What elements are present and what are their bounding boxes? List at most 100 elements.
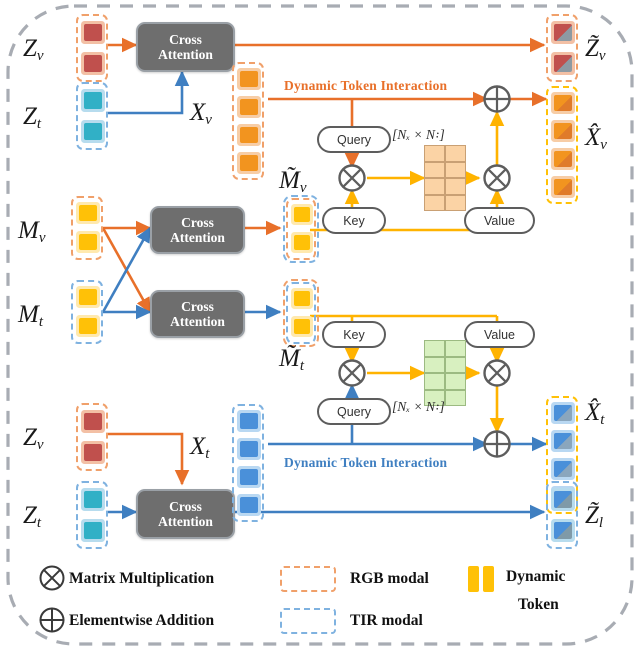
symbol: M̃ [279, 345, 300, 372]
subscript: v [38, 230, 46, 246]
token [237, 494, 261, 516]
label-xt: Xt [190, 434, 209, 462]
token [81, 89, 105, 112]
token [81, 120, 105, 143]
subscript: v [600, 137, 607, 153]
token [81, 519, 105, 542]
matrix-cell [445, 340, 466, 357]
matrix-cell [424, 356, 445, 373]
matrix-cell [445, 389, 466, 406]
legend-dynamic-token-swatch-b [483, 566, 494, 592]
token [551, 430, 575, 452]
query-pill-bottom[interactable]: Query [317, 398, 391, 425]
cross-attention-line1: Cross [181, 214, 214, 230]
token [551, 519, 575, 542]
token [551, 176, 575, 198]
token-group-zl-tilde [546, 481, 578, 549]
symbol: Z [23, 35, 37, 62]
label-zv-bottom: Zv [23, 425, 44, 453]
token [551, 120, 575, 142]
token [237, 124, 261, 146]
label-xv: Xv [190, 100, 212, 128]
symbol: Z [23, 424, 37, 451]
token-group-zv-tilde [546, 14, 578, 82]
legend-rgb-modal-swatch [280, 566, 336, 592]
symbol: X̂ [585, 399, 601, 426]
subscript: v [205, 112, 212, 128]
legend-tir-modal-label: TIR modal [350, 612, 423, 629]
value-label: Value [483, 327, 516, 342]
query-pill-top[interactable]: Query [317, 126, 391, 153]
matrix-cell [424, 340, 445, 357]
value-pill-bottom[interactable]: Value [464, 321, 535, 348]
key-label: Key [343, 213, 365, 228]
token [291, 232, 313, 253]
legend-tir-modal-swatch [280, 608, 336, 634]
token [237, 466, 261, 488]
matrix-cell [445, 356, 466, 373]
matrix-cell [445, 145, 466, 162]
token [81, 441, 105, 464]
cross-attention-line1: Cross [169, 31, 202, 47]
matrix-cell [445, 161, 466, 178]
value-label: Value [483, 213, 516, 228]
token [237, 68, 261, 90]
token [551, 458, 575, 480]
token [291, 288, 313, 309]
token [551, 148, 575, 170]
token [81, 52, 105, 75]
subscript: l [598, 515, 604, 531]
subscript: t [38, 314, 43, 330]
label-zv-tilde: Z̃v [585, 36, 606, 64]
symbol: X [190, 99, 206, 126]
matrix-cell [424, 145, 445, 162]
token-group-zv-top [76, 14, 108, 82]
key-pill-bottom[interactable]: Key [322, 321, 386, 348]
matrix-shape-label-top: [Nₓ × N꞉] [392, 127, 445, 142]
token [291, 316, 313, 337]
symbol: X [190, 433, 206, 460]
cross-attention-line2: Attention [170, 230, 225, 245]
label-xv-hat: X̂v [585, 125, 607, 153]
subscript: t [36, 116, 42, 132]
cross-attention-line2: Attention [158, 514, 213, 529]
token [551, 52, 575, 75]
cross-attention-block-3[interactable]: Cross Attention [150, 290, 245, 338]
symbol: Z [23, 502, 37, 529]
query-label: Query [336, 404, 372, 419]
matrix-shape-label-bottom: [Nₓ × N꞉] [392, 399, 445, 414]
legend-rgb-modal-label: RGB modal [350, 570, 429, 587]
cross-attention-block-1[interactable]: Cross Attention [136, 22, 235, 72]
token [237, 410, 261, 432]
token-group-zt-bottom [76, 481, 108, 549]
label-zv-top: Zv [23, 36, 44, 64]
dynamic-token-interaction-label-bottom: Dynamic Token Interaction [284, 455, 448, 470]
token-group-xt [232, 404, 264, 522]
attention-matrix-bottom [424, 340, 466, 406]
subscript: t [600, 412, 605, 428]
token-group-mv [71, 196, 103, 260]
token [551, 488, 575, 511]
key-pill-top[interactable]: Key [322, 207, 386, 234]
label-mv-tilde: M̃v [279, 168, 307, 196]
token-group-mt-tilde [282, 278, 320, 348]
symbol: Z̃ [585, 502, 599, 529]
token [237, 152, 261, 174]
matrix-cell [445, 373, 466, 390]
legend-dynamic-token-label-line2: Token [518, 596, 559, 613]
key-label: Key [343, 327, 365, 342]
label-mv: Mv [18, 218, 46, 246]
token [76, 231, 100, 253]
matrix-cell [424, 161, 445, 178]
matrix-cell [424, 373, 445, 390]
cross-attention-block-4[interactable]: Cross Attention [136, 489, 235, 539]
label-zl-tilde: Z̃l [585, 503, 603, 531]
value-pill-top[interactable]: Value [464, 207, 535, 234]
token-group-mv-tilde [282, 194, 320, 264]
token [76, 315, 100, 337]
label-mt: Mt [18, 302, 43, 330]
token [81, 488, 105, 511]
symbol: M [18, 301, 39, 328]
cross-attention-block-2[interactable]: Cross Attention [150, 206, 245, 254]
token-group-zt-top [76, 82, 108, 150]
